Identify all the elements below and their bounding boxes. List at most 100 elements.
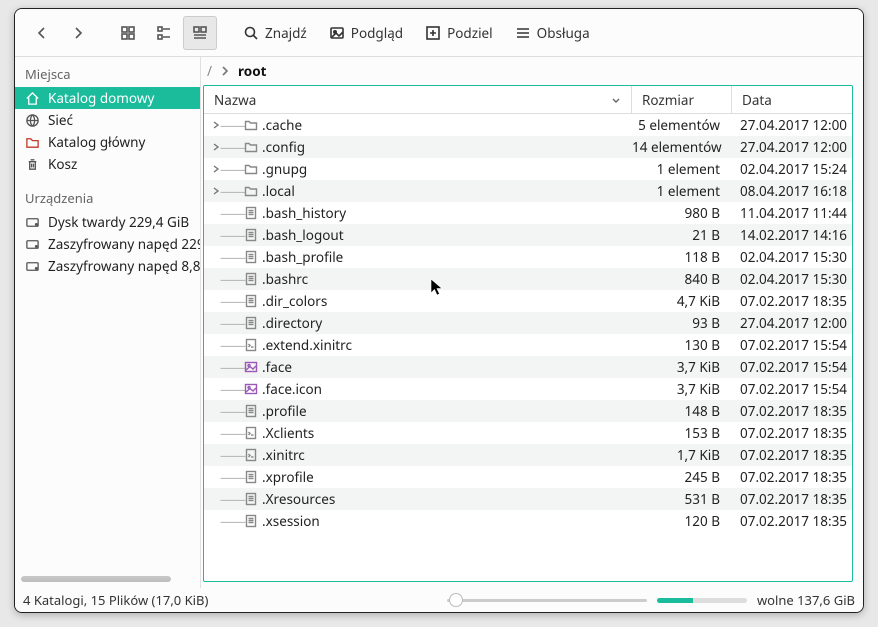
view-details-button[interactable] [183, 16, 217, 50]
sidebar-item-network[interactable]: Sieć [15, 109, 200, 131]
zoom-slider[interactable] [447, 599, 647, 602]
file-row[interactable]: ⸺.face3,7 KiB07.02.2017 15:54 [204, 356, 852, 378]
file-row[interactable]: ⸺.Xresources531 B07.02.2017 18:35 [204, 488, 852, 510]
sidebar-device-1[interactable]: Zaszyfrowany napęd 229, [15, 233, 200, 255]
sidebar: Miejsca Katalog domowySiećKatalog główny… [15, 57, 201, 588]
file-date: 07.02.2017 15:54 [732, 358, 852, 376]
file-size: 130 B [632, 336, 732, 354]
column-header-size[interactable]: Rozmiar [632, 86, 732, 114]
folder-icon [25, 135, 40, 150]
file-size: 840 B [632, 270, 732, 288]
file-name: .bash_profile [262, 248, 343, 266]
file-name: .xprofile [262, 468, 314, 486]
file-name: .profile [262, 402, 307, 420]
breadcrumb[interactable]: / root [201, 57, 863, 85]
file-size: 118 B [632, 248, 732, 266]
file-date: 07.02.2017 18:35 [732, 292, 852, 310]
split-label: Podziel [447, 24, 493, 42]
file-row[interactable]: ⸺.extend.xinitrc130 B07.02.2017 15:54 [204, 334, 852, 356]
file-row[interactable]: ⸺.bash_logout21 B14.02.2017 14:16 [204, 224, 852, 246]
file-date: 14.02.2017 14:16 [732, 226, 852, 244]
file-row[interactable]: ⸺.face.icon3,7 KiB07.02.2017 15:54 [204, 378, 852, 400]
column-header-date[interactable]: Data [732, 86, 852, 114]
sidebar-device-0[interactable]: Dysk twardy 229,4 GiB [15, 211, 200, 233]
file-name: .bash_logout [262, 226, 344, 244]
sidebar-item-home[interactable]: Katalog domowy [15, 87, 200, 109]
file-row[interactable]: ⸺.local1 element08.04.2017 16:18 [204, 180, 852, 202]
file-size: 21 B [632, 226, 732, 244]
file-date: 08.04.2017 16:18 [732, 182, 852, 200]
sidebar-item-folder[interactable]: Katalog główny [15, 131, 200, 153]
file-size: 93 B [632, 314, 732, 332]
file-row[interactable]: ⸺.bashrc840 B02.04.2017 15:30 [204, 268, 852, 290]
file-size: 4,7 KiB [632, 292, 732, 310]
image-icon [244, 382, 258, 396]
nav-back-button[interactable] [25, 16, 59, 50]
file-date: 02.04.2017 15:30 [732, 248, 852, 266]
script-icon [244, 426, 258, 440]
file-row[interactable]: ⸺.profile148 B07.02.2017 18:35 [204, 400, 852, 422]
file-name: .local [262, 182, 295, 200]
column-header-name[interactable]: Nazwa [204, 86, 632, 114]
breadcrumb-root[interactable]: / [207, 62, 212, 80]
sidebar-scrollbar[interactable] [21, 576, 171, 582]
file-date: 07.02.2017 15:54 [732, 380, 852, 398]
file-row[interactable]: ⸺.bash_history980 B11.04.2017 11:44 [204, 202, 852, 224]
file-icon [244, 470, 258, 484]
file-name: .bash_history [262, 204, 346, 222]
sidebar-device-2[interactable]: Zaszyfrowany napęd 8,8 G [15, 255, 200, 277]
file-name: .bashrc [262, 270, 308, 288]
sidebar-item-label: Zaszyfrowany napęd 8,8 G [48, 257, 200, 275]
file-date: 02.04.2017 15:24 [732, 160, 852, 178]
file-name: .config [262, 138, 305, 156]
sidebar-item-trash[interactable]: Kosz [15, 153, 200, 175]
file-name: .Xclients [262, 424, 314, 442]
menu-button[interactable]: Obsługa [505, 16, 600, 50]
file-row[interactable]: ⸺.xinitrc1,7 KiB07.02.2017 18:35 [204, 444, 852, 466]
split-button[interactable]: Podziel [415, 16, 503, 50]
file-date: 27.04.2017 12:00 [732, 116, 852, 134]
network-icon [25, 113, 40, 128]
file-date: 07.02.2017 18:35 [732, 424, 852, 442]
file-date: 07.02.2017 18:35 [732, 402, 852, 420]
file-date: 07.02.2017 18:35 [732, 468, 852, 486]
file-row[interactable]: ⸺.cache5 elementów27.04.2017 12:00 [204, 114, 852, 136]
file-row[interactable]: ⸺.xprofile245 B07.02.2017 18:35 [204, 466, 852, 488]
file-row[interactable]: ⸺.bash_profile118 B02.04.2017 15:30 [204, 246, 852, 268]
folder-icon [244, 162, 258, 176]
folder-icon [244, 140, 258, 154]
file-icon [244, 492, 258, 506]
file-date: 07.02.2017 18:35 [732, 490, 852, 508]
file-size: 1 element [632, 182, 732, 200]
find-button[interactable]: Znajdź [233, 16, 317, 50]
home-icon [25, 91, 40, 106]
sidebar-item-label: Dysk twardy 229,4 GiB [48, 213, 189, 231]
file-icon [244, 206, 258, 220]
file-date: 07.02.2017 18:35 [732, 446, 852, 464]
file-date: 11.04.2017 11:44 [732, 204, 852, 222]
view-compact-button[interactable] [147, 16, 181, 50]
script-icon [244, 448, 258, 462]
file-size: 3,7 KiB [632, 380, 732, 398]
file-name: .directory [262, 314, 322, 332]
disk-icon [25, 259, 40, 274]
file-size: 980 B [632, 204, 732, 222]
file-row[interactable]: ⸺.directory93 B27.04.2017 12:00 [204, 312, 852, 334]
file-row[interactable]: ⸺.gnupg1 element02.04.2017 15:24 [204, 158, 852, 180]
file-size: 14 elementów [632, 138, 732, 156]
file-date: 07.02.2017 18:35 [732, 512, 852, 530]
trash-icon [25, 157, 40, 172]
file-name: .face [262, 358, 292, 376]
file-name: .xsession [262, 512, 320, 530]
file-icon [244, 514, 258, 528]
file-name: .Xresources [262, 490, 335, 508]
file-row[interactable]: ⸺.config14 elementów27.04.2017 12:00 [204, 136, 852, 158]
file-row[interactable]: ⸺.Xclients153 B07.02.2017 18:35 [204, 422, 852, 444]
file-row[interactable]: ⸺.dir_colors4,7 KiB07.02.2017 18:35 [204, 290, 852, 312]
status-summary: 4 Katalogi, 15 Plików (17,0 KiB) [23, 591, 208, 609]
breadcrumb-current[interactable]: root [238, 62, 267, 80]
view-icons-button[interactable] [111, 16, 145, 50]
file-row[interactable]: ⸺.xsession120 B07.02.2017 18:35 [204, 510, 852, 532]
nav-forward-button[interactable] [61, 16, 95, 50]
preview-button[interactable]: Podgląd [319, 16, 413, 50]
